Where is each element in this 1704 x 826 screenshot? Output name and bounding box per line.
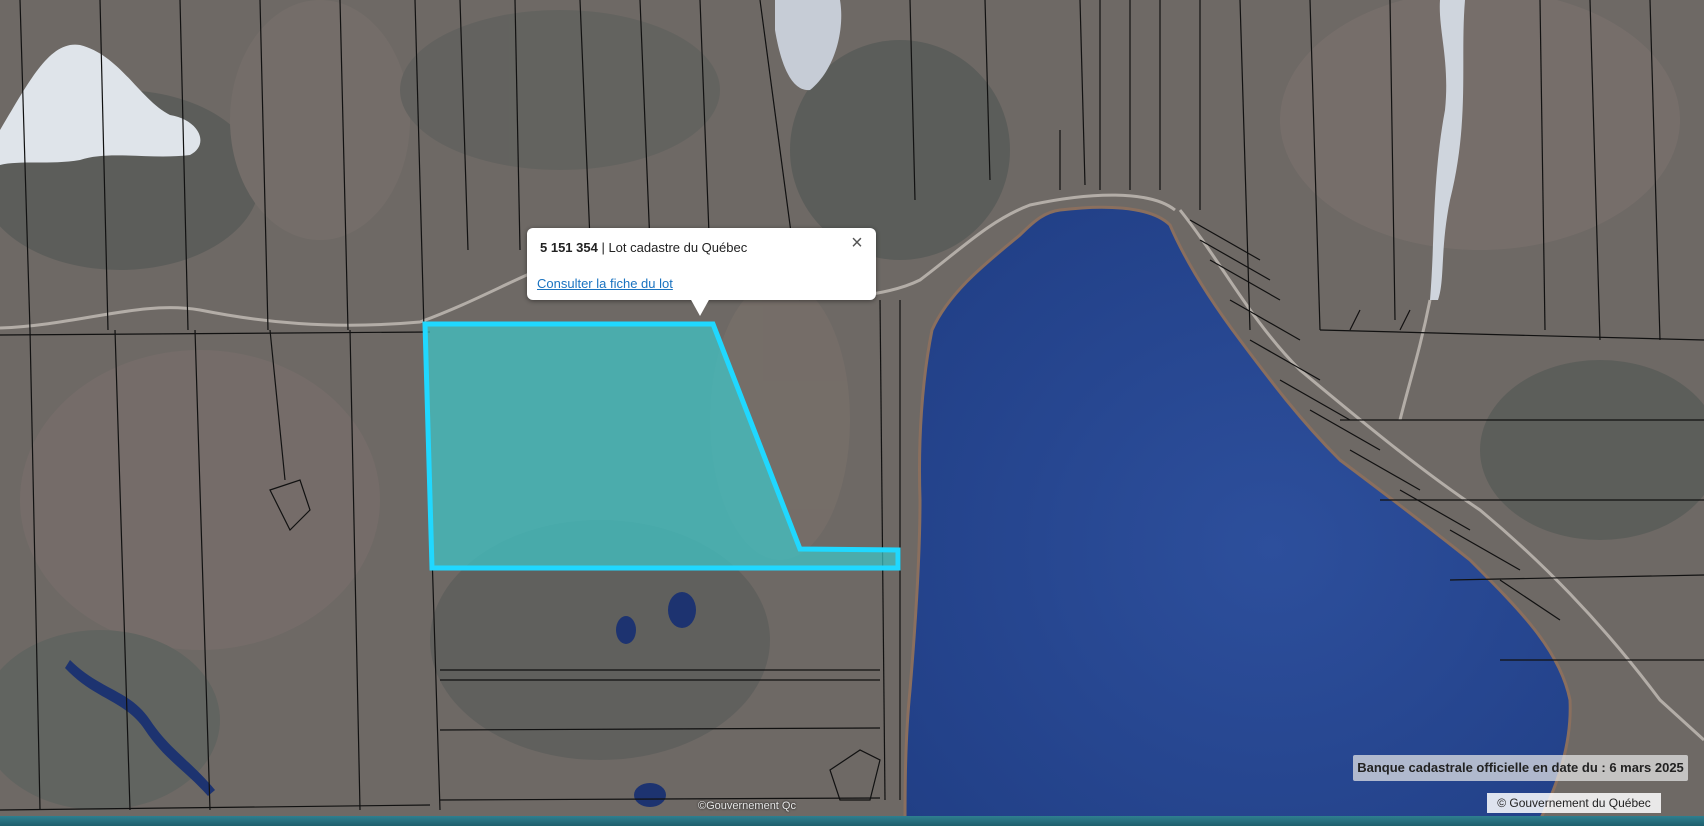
popup-pointer xyxy=(690,298,710,316)
attribution-badge: © Gouvernement du Québec xyxy=(1487,793,1661,813)
lot-number: 5 151 354 xyxy=(540,240,598,255)
close-icon[interactable]: × xyxy=(848,233,866,253)
cadastre-date-badge: Banque cadastrale officielle en date du … xyxy=(1353,755,1688,781)
bottom-bar xyxy=(0,816,1704,826)
map-canvas[interactable] xyxy=(0,0,1704,826)
popup-title: 5 151 354 | Lot cadastre du Québec xyxy=(540,240,747,255)
imagery-credit: ©Gouvernement Qc xyxy=(698,800,796,812)
title-separator: | xyxy=(597,240,609,255)
pond-south-3 xyxy=(634,783,666,807)
lot-type: Lot cadastre du Québec xyxy=(608,240,748,255)
lot-info-popup: 5 151 354 | Lot cadastre du Québec Consu… xyxy=(527,228,876,316)
lot-details-link[interactable]: Consulter la fiche du lot xyxy=(537,276,673,291)
pond-south-1 xyxy=(668,592,696,628)
pond-south-2 xyxy=(616,616,636,644)
